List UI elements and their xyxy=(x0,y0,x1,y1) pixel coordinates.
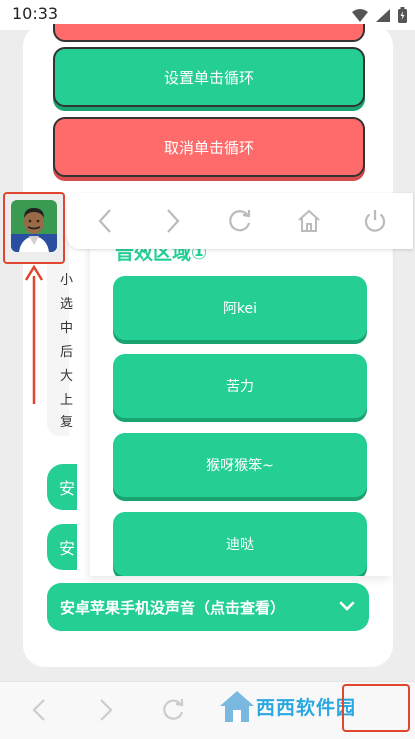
sound-button[interactable]: 苦力 xyxy=(113,354,367,418)
sound-button[interactable]: 阿kei xyxy=(113,276,367,340)
partial-char: 后 xyxy=(60,345,74,360)
floating-avatar-highlight[interactable] xyxy=(3,192,65,264)
power-icon[interactable] xyxy=(362,208,388,234)
refresh-icon[interactable] xyxy=(162,698,186,722)
chevron-down-icon xyxy=(339,601,355,611)
refresh-icon[interactable] xyxy=(227,208,253,234)
set-click-loop-button[interactable]: 设置单击循环 xyxy=(53,47,365,107)
side-tab-1[interactable]: 安 xyxy=(47,464,77,510)
wifi-icon xyxy=(352,8,368,22)
cancel-click-loop-button[interactable]: 取消单击循环 xyxy=(53,117,365,177)
back-icon[interactable] xyxy=(97,208,113,234)
side-tab-2[interactable]: 安 xyxy=(47,524,77,570)
sound-panel: 音效区域① 阿kei 苦力 猴呀猴笨~ 迪哒 xyxy=(90,236,392,576)
status-icons xyxy=(352,7,407,23)
hidden-text-strip: 小 选 中 后 大 上 复 xyxy=(47,236,73,436)
partial-char: 大 xyxy=(60,369,74,384)
home-icon[interactable] xyxy=(296,208,322,234)
house-logo-icon xyxy=(220,691,254,722)
watermark-highlight xyxy=(342,684,410,732)
forward-icon[interactable] xyxy=(165,208,181,234)
no-sound-help-dropdown[interactable]: 安卓苹果手机没声音（点击查看） xyxy=(47,583,369,631)
back-icon[interactable] xyxy=(31,698,47,722)
dropdown-label: 安卓苹果手机没声音（点击查看） xyxy=(60,598,286,617)
forward-icon[interactable] xyxy=(98,698,114,722)
avatar[interactable] xyxy=(11,200,57,252)
floating-browser-bar xyxy=(67,193,413,249)
partial-char: 选 xyxy=(60,297,74,312)
partial-char: 复 xyxy=(60,415,74,430)
annotation-arrow-up xyxy=(24,264,44,404)
watermark-text: 西西软件园 xyxy=(256,696,357,719)
partial-char: 上 xyxy=(60,393,74,408)
signal-icon xyxy=(376,8,390,22)
avatar-image xyxy=(11,200,57,252)
sound-button[interactable]: 猴呀猴笨~ xyxy=(113,433,367,497)
battery-icon xyxy=(398,7,407,23)
previous-red-button-edge[interactable] xyxy=(53,24,365,42)
partial-char: 中 xyxy=(60,321,74,336)
partial-char: 小 xyxy=(60,273,74,288)
sound-button[interactable]: 迪哒 xyxy=(113,512,367,576)
status-time: 10:33 xyxy=(12,4,59,23)
